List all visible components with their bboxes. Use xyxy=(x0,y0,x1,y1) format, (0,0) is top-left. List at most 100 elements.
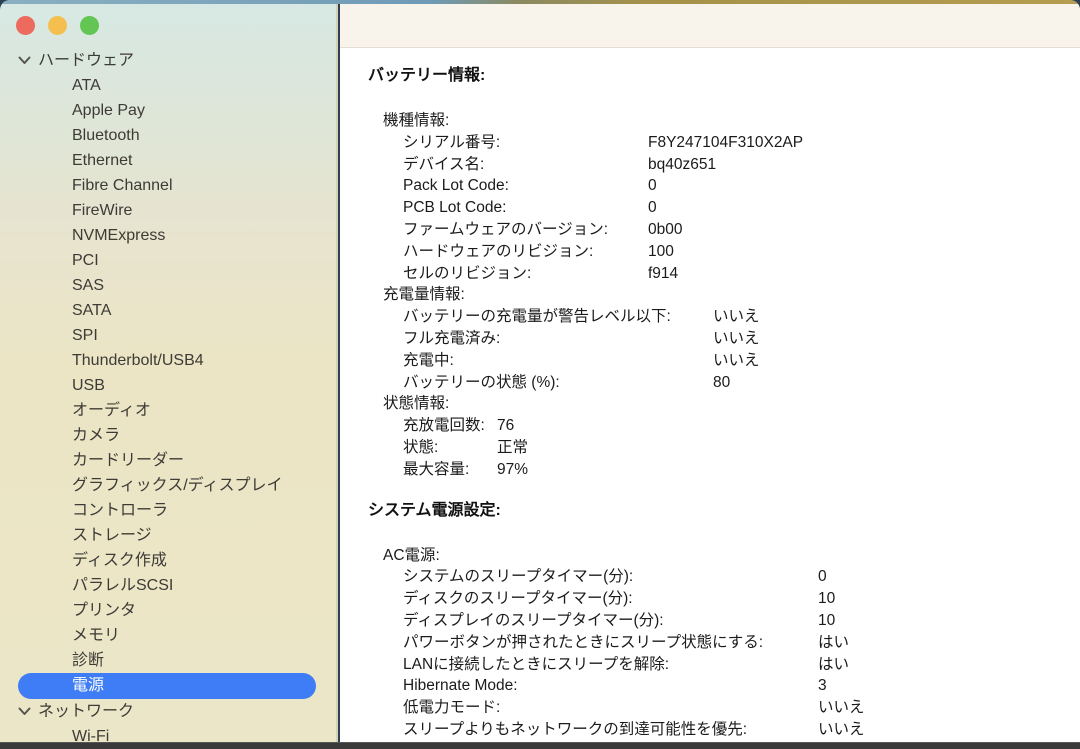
info-value: 80 xyxy=(713,372,730,394)
sidebar-item[interactable]: プリンタ xyxy=(0,598,336,623)
info-row: ハードウェアのリビジョン:100 xyxy=(403,241,1080,263)
sidebar-item-label: FireWire xyxy=(72,202,132,219)
info-label: PCB Lot Code: xyxy=(403,197,648,219)
info-value: 0 xyxy=(648,175,657,197)
sidebar-item-label: 電源 xyxy=(72,677,104,694)
info-label: 状態: xyxy=(403,437,497,459)
info-value: 0 xyxy=(648,197,657,219)
info-row: フル充電済み:いいえ xyxy=(403,328,1080,350)
sidebar-item-label: Thunderbolt/USB4 xyxy=(72,352,204,369)
info-row: 最大容量:97% xyxy=(403,459,1080,481)
sidebar-item[interactable]: ディスク作成 xyxy=(0,548,336,573)
info-value: いいえ xyxy=(713,328,760,350)
info-value: 0 xyxy=(818,566,827,588)
sidebar-item[interactable]: Fibre Channel xyxy=(0,173,336,198)
sidebar-item[interactable]: FireWire xyxy=(0,198,336,223)
sidebar-item-label: カードリーダー xyxy=(72,452,184,469)
info-value: はい xyxy=(818,654,849,676)
info-row: ファームウェアのバージョン:0b00 xyxy=(403,219,1080,241)
content-pane: バッテリー情報:機種情報:シリアル番号:F8Y247104F310X2APデバイ… xyxy=(340,0,1080,749)
info-row: LANに接続したときにスリープを解除:はい xyxy=(403,654,1080,676)
sidebar-item[interactable]: Apple Pay xyxy=(0,98,336,123)
sidebar-item-label: プリンタ xyxy=(72,602,136,619)
close-button[interactable] xyxy=(16,16,35,35)
sidebar-item-label: NVMExpress xyxy=(72,227,165,244)
sidebar-item[interactable]: Bluetooth xyxy=(0,123,336,148)
sidebar-item[interactable]: ストレージ xyxy=(0,523,336,548)
info-label: 最大容量: xyxy=(403,459,497,481)
sidebar-item[interactable]: SAS xyxy=(0,273,336,298)
sidebar-item[interactable]: ATA xyxy=(0,73,336,98)
group-heading: 充電量情報: xyxy=(383,284,1080,306)
sidebar-item-label: コントローラ xyxy=(72,502,168,519)
section-title: バッテリー情報: xyxy=(368,68,1080,84)
info-value: いいえ xyxy=(713,306,760,328)
info-row: 状態:正常 xyxy=(403,437,1080,459)
sidebar-item[interactable]: Ethernet xyxy=(0,148,336,173)
sidebar-item[interactable]: グラフィックス/ディスプレイ xyxy=(0,473,336,498)
sidebar-item[interactable]: パラレルSCSI xyxy=(0,573,336,598)
sidebar-item[interactable]: オーディオ xyxy=(0,398,336,423)
group-heading: 機種情報: xyxy=(383,110,1080,132)
info-value: 97% xyxy=(497,459,528,481)
sidebar-item[interactable]: メモリ xyxy=(0,623,336,648)
info-row: セルのリビジョン:f914 xyxy=(403,263,1080,285)
sidebar-group-network[interactable]: ネットワーク xyxy=(0,699,336,724)
info-label: Pack Lot Code: xyxy=(403,175,648,197)
sidebar-item[interactable]: カードリーダー xyxy=(0,448,336,473)
minimize-button[interactable] xyxy=(48,16,67,35)
sidebar-item-label: SATA xyxy=(72,302,111,319)
sidebar-item-label: USB xyxy=(72,377,105,394)
sidebar-item-label: カメラ xyxy=(72,427,120,444)
info-value: いいえ xyxy=(713,350,760,372)
sidebar-item[interactable]: カメラ xyxy=(0,423,336,448)
sidebar-item[interactable]: SATA xyxy=(0,298,336,323)
info-row: 充放電回数:76 xyxy=(403,415,1080,437)
info-label: 充放電回数: xyxy=(403,415,497,437)
sidebar-group-hardware[interactable]: ハードウェア xyxy=(0,48,336,73)
info-row: システムのスリープタイマー(分):0 xyxy=(403,566,1080,588)
info-value: 76 xyxy=(497,415,514,437)
info-value: 10 xyxy=(818,588,835,610)
sidebar-group-label: ハードウェア xyxy=(38,48,134,73)
info-value: 0b00 xyxy=(648,219,682,241)
info-label: ディスクのスリープタイマー(分): xyxy=(403,588,818,610)
info-row: Hibernate Mode:3 xyxy=(403,675,1080,697)
sidebar-item[interactable]: Thunderbolt/USB4 xyxy=(0,348,336,373)
report-area[interactable]: バッテリー情報:機種情報:シリアル番号:F8Y247104F310X2APデバイ… xyxy=(340,48,1080,749)
sidebar-item[interactable]: NVMExpress xyxy=(0,223,336,248)
sidebar-item-selected[interactable]: 電源 xyxy=(18,673,316,699)
sidebar-item-label: ATA xyxy=(72,77,101,94)
sidebar-item[interactable]: USB xyxy=(0,373,336,398)
zoom-button[interactable] xyxy=(80,16,99,35)
info-row: 低電力モード:いいえ xyxy=(403,697,1080,719)
sidebar: ハードウェア ATA Apple Pay Bluetooth Ethernet Fibre… xyxy=(0,0,338,749)
window-controls xyxy=(16,16,99,35)
info-value: bq40z651 xyxy=(648,154,716,176)
sidebar-item-label: Apple Pay xyxy=(72,102,145,119)
sidebar-item[interactable]: PCI xyxy=(0,248,336,273)
info-label: パワーボタンが押されたときにスリープ状態にする: xyxy=(403,632,818,654)
sidebar-item-label: SPI xyxy=(72,327,98,344)
info-row: 充電中:いいえ xyxy=(403,350,1080,372)
sidebar-item-label: オーディオ xyxy=(72,402,151,419)
sidebar-item-label: Ethernet xyxy=(72,152,132,169)
info-row: スリープよりもネットワークの到達可能性を優先:いいえ xyxy=(403,719,1080,741)
sidebar-tree[interactable]: ハードウェア ATA Apple Pay Bluetooth Ethernet Fibre… xyxy=(0,48,336,749)
chevron-down-icon[interactable] xyxy=(18,707,31,716)
sidebar-item[interactable]: コントローラ xyxy=(0,498,336,523)
info-value: 10 xyxy=(818,610,835,632)
info-row: ディスクのスリープタイマー(分):10 xyxy=(403,588,1080,610)
sidebar-item-label: 診断 xyxy=(72,652,104,669)
sidebar-item[interactable]: 診断 xyxy=(0,648,336,673)
sidebar-item-label: グラフィックス/ディスプレイ xyxy=(72,477,283,494)
info-value: 3 xyxy=(818,675,827,697)
sidebar-item-label: Bluetooth xyxy=(72,127,140,144)
chevron-down-icon[interactable] xyxy=(18,56,31,65)
info-label: スリープよりもネットワークの到達可能性を優先: xyxy=(403,719,818,741)
group-heading: AC電源: xyxy=(383,545,1080,567)
info-label: 低電力モード: xyxy=(403,697,818,719)
sidebar-item[interactable]: SPI xyxy=(0,323,336,348)
report-section: バッテリー情報:機種情報:シリアル番号:F8Y247104F310X2APデバイ… xyxy=(368,68,1080,481)
info-label: バッテリーの充電量が警告レベル以下: xyxy=(403,306,713,328)
